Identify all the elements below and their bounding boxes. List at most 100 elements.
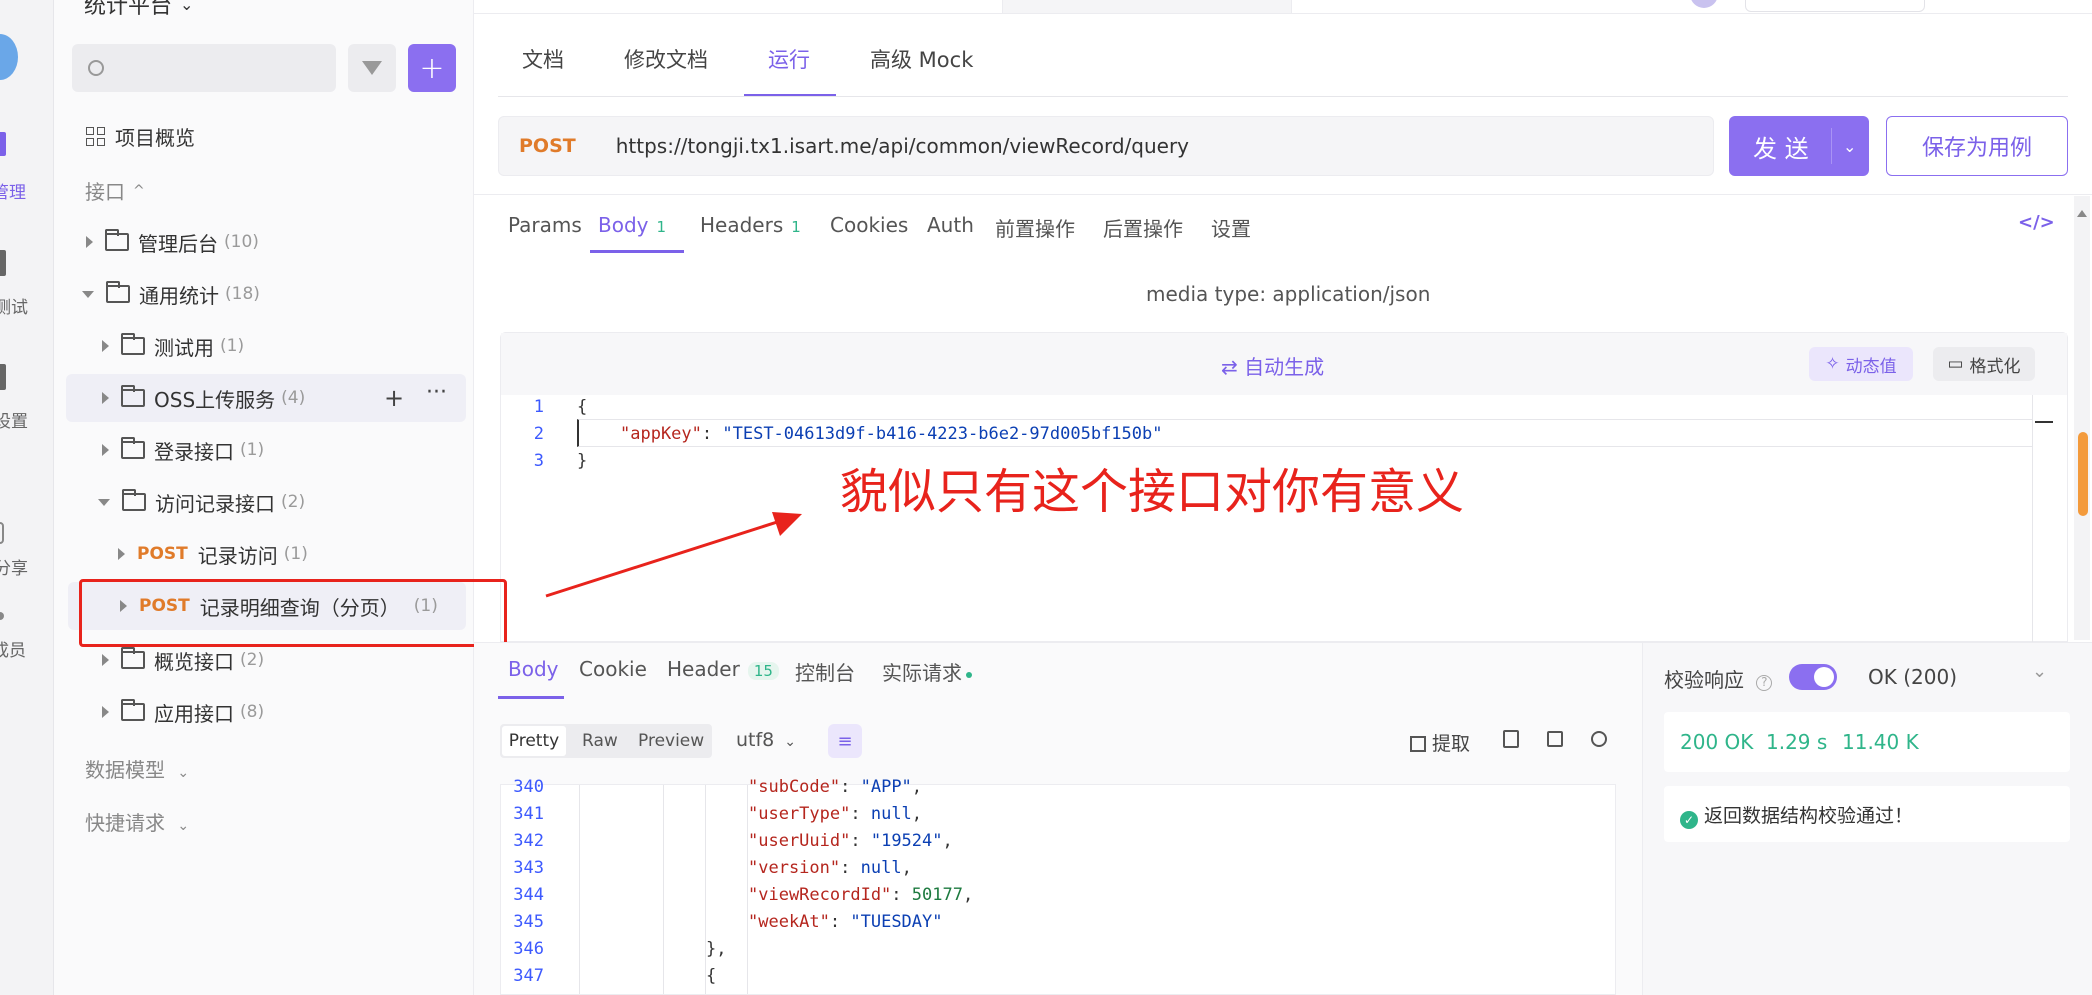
extract-label: 提取 bbox=[1432, 733, 1471, 755]
view-mode-pretty[interactable]: Pretty bbox=[502, 726, 566, 756]
project-overview[interactable]: 项目概览 bbox=[86, 122, 195, 151]
view-mode-preview[interactable]: Preview bbox=[638, 731, 704, 751]
method-tag: POST bbox=[137, 544, 188, 564]
response-code-line: { bbox=[706, 966, 717, 986]
response-size: 11.40 K bbox=[1842, 730, 1919, 754]
add-child-icon[interactable]: + bbox=[384, 384, 404, 412]
member-icon[interactable] bbox=[0, 612, 4, 620]
line-number: 346 bbox=[513, 939, 544, 959]
request-section-separator bbox=[474, 194, 2092, 195]
app-logo-icon[interactable] bbox=[0, 34, 18, 80]
top-tab-strip bbox=[1002, 0, 1292, 14]
scroll-up-icon[interactable] bbox=[2077, 210, 2087, 217]
more-icon[interactable]: ··· bbox=[426, 380, 447, 405]
search-icon[interactable] bbox=[1591, 731, 1607, 747]
req-tab-headers[interactable]: Headers 1 bbox=[700, 213, 801, 237]
tree-folder-visit-record[interactable]: 访问记录接口 (2) bbox=[66, 478, 462, 526]
extract-button[interactable]: 提取 bbox=[1410, 729, 1470, 756]
req-tab-post-ops[interactable]: 后置操作 bbox=[1103, 213, 1183, 242]
resp-tab-body[interactable]: Body bbox=[508, 657, 559, 681]
main-scrollbar[interactable] bbox=[2074, 196, 2090, 640]
req-tab-label: Cookies bbox=[830, 213, 909, 237]
copy-icon[interactable] bbox=[1547, 731, 1563, 747]
tree-folder-login[interactable]: 登录接口 (1) bbox=[66, 426, 462, 474]
req-tab-label: Headers bbox=[700, 213, 784, 237]
req-tab-body[interactable]: Body 1 bbox=[598, 213, 666, 237]
code-line-3: } bbox=[577, 451, 588, 471]
req-tab-params[interactable]: Params bbox=[508, 213, 582, 237]
json-key: "userUuid" bbox=[748, 831, 851, 851]
data-model-section[interactable]: 数据模型 ⌄ bbox=[85, 754, 189, 783]
word-wrap-button[interactable]: ≡ bbox=[828, 724, 862, 758]
req-tab-label: Auth bbox=[927, 213, 974, 237]
rail-item-test[interactable]: 测试 bbox=[0, 293, 48, 318]
tree-folder-common-stats[interactable]: 通用统计 (18) bbox=[66, 270, 462, 318]
save-as-case-button[interactable]: 保存为用例 bbox=[1886, 116, 2068, 176]
encoding-select[interactable]: utf8 ⌄ bbox=[736, 729, 796, 751]
rail-item-manage[interactable]: 管理 bbox=[0, 178, 46, 203]
response-code-line: "subCode": "APP", bbox=[748, 777, 923, 797]
method-select[interactable]: POST bbox=[519, 135, 576, 157]
tree-label: 登录接口 bbox=[154, 439, 234, 464]
validate-status-select[interactable]: OK (200) ⌄ bbox=[1868, 661, 2047, 689]
quick-request-section[interactable]: 快捷请求 ⌄ bbox=[85, 807, 189, 836]
auto-generate-button[interactable]: ⇄ 自动生成 bbox=[1221, 351, 1324, 380]
filter-button[interactable] bbox=[348, 44, 396, 92]
settings-icon[interactable] bbox=[0, 364, 6, 390]
format-button[interactable]: ▭ 格式化 bbox=[1933, 347, 2035, 381]
req-tab-pre-ops[interactable]: 前置操作 bbox=[995, 213, 1075, 242]
help-icon[interactable]: ? bbox=[1756, 675, 1773, 691]
top-search-input[interactable] bbox=[1745, 0, 1925, 12]
response-code-viewer[interactable] bbox=[500, 784, 1616, 995]
url-input[interactable]: https://tongji.tx1.isart.me/api/common/v… bbox=[616, 134, 1189, 158]
tab-edit-docs[interactable]: 修改文档 bbox=[624, 44, 708, 74]
tabs-divider bbox=[498, 96, 2068, 97]
test-icon[interactable] bbox=[0, 250, 6, 276]
sidebar: 统计平台 ⌄ + 项目概览 接口 ^ 管理后台 (10) 通用统计 (18) 测… bbox=[54, 0, 474, 995]
tab-advanced-mock[interactable]: 高级 Mock bbox=[870, 44, 973, 74]
chevron-down-icon[interactable]: ⌄ bbox=[1843, 137, 1856, 156]
tree-folder-admin[interactable]: 管理后台 (10) bbox=[66, 218, 462, 266]
wrap-icon: ≡ bbox=[837, 730, 853, 752]
tree-folder-app[interactable]: 应用接口 (8) bbox=[66, 688, 462, 736]
add-button[interactable]: + bbox=[408, 44, 456, 92]
resp-tab-actual-request[interactable]: 实际请求 bbox=[882, 657, 972, 686]
line-number: 1 bbox=[533, 397, 544, 417]
req-tab-cookies[interactable]: Cookies bbox=[830, 213, 908, 237]
tree-folder-test[interactable]: 测试用 (1) bbox=[66, 322, 462, 370]
send-dropdown-divider bbox=[1831, 128, 1832, 164]
tab-docs[interactable]: 文档 bbox=[522, 44, 564, 74]
resp-active-indicator bbox=[498, 696, 564, 699]
send-button[interactable]: 发 送 ⌄ bbox=[1729, 116, 1869, 176]
search-input[interactable] bbox=[72, 44, 336, 92]
line-number: 343 bbox=[513, 858, 544, 878]
scrollbar-thumb[interactable] bbox=[2078, 432, 2088, 516]
data-model-label: 数据模型 bbox=[85, 758, 165, 782]
tree-folder-oss[interactable]: OSS上传服务 (4) + ··· bbox=[66, 374, 466, 422]
resp-tab-cookie[interactable]: Cookie bbox=[579, 657, 647, 681]
req-tab-settings[interactable]: 设置 bbox=[1211, 213, 1251, 242]
download-icon[interactable] bbox=[1503, 730, 1519, 748]
tree-api-record-visit[interactable]: POST 记录访问 (1) bbox=[66, 530, 462, 578]
rail-item-settings[interactable]: 设置 bbox=[0, 407, 48, 432]
dynamic-value-button[interactable]: ✧ 动态值 bbox=[1809, 347, 1913, 381]
view-mode-raw[interactable]: Raw bbox=[582, 731, 618, 751]
rail-item-member[interactable]: 成员 bbox=[0, 636, 46, 661]
annotation-arrow bbox=[545, 512, 802, 598]
project-title[interactable]: 统计平台 ⌄ bbox=[84, 0, 193, 20]
share-icon[interactable] bbox=[0, 522, 4, 544]
api-manage-icon[interactable] bbox=[0, 132, 6, 156]
code-view-icon[interactable]: </> bbox=[2018, 212, 2055, 233]
interfaces-section-header[interactable]: 接口 ^ bbox=[85, 176, 145, 205]
caret-right-icon bbox=[102, 444, 109, 456]
resp-tab-header[interactable]: Header 15 bbox=[667, 657, 779, 681]
indent-guide bbox=[663, 785, 664, 994]
validate-response-label: 校验响应 ? bbox=[1664, 664, 1773, 693]
url-bar[interactable]: POST https://tongji.tx1.isart.me/api/com… bbox=[498, 116, 1714, 176]
validate-toggle[interactable] bbox=[1789, 664, 1837, 690]
req-active-indicator bbox=[590, 250, 684, 253]
tab-run[interactable]: 运行 bbox=[768, 44, 810, 74]
req-tab-auth[interactable]: Auth bbox=[927, 213, 974, 237]
resp-tab-console[interactable]: 控制台 bbox=[795, 657, 855, 686]
rail-item-share[interactable]: 分享 bbox=[0, 554, 48, 579]
